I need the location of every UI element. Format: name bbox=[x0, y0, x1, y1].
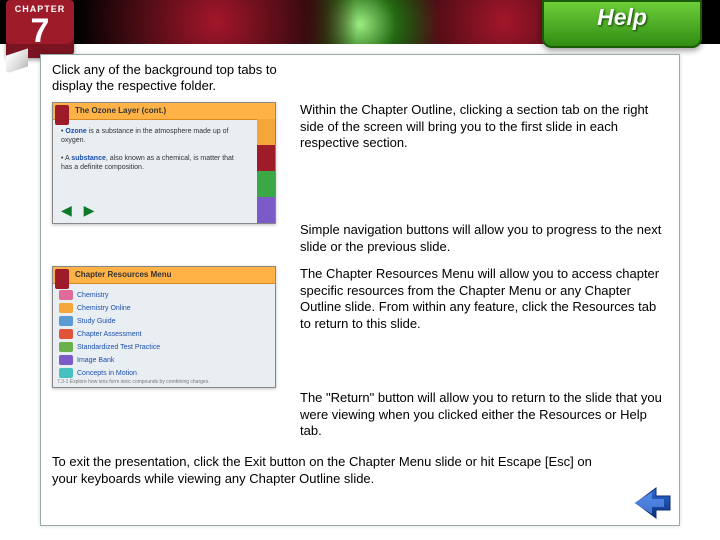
para-nav: Simple navigation buttons will allow you… bbox=[300, 222, 668, 255]
thumb1-nav-arrows: ◀ ▶ bbox=[61, 202, 98, 219]
thumb2-footer: 7.3-1 Explore how ions form ionic compou… bbox=[57, 379, 271, 385]
thumb2-items: ChemistryChemistry OnlineStudy GuideChap… bbox=[59, 287, 269, 377]
return-arrow-icon bbox=[626, 484, 674, 522]
thumbnail-chapter-outline: The Ozone Layer (cont.) • Ozone is a sub… bbox=[52, 102, 276, 224]
return-button[interactable] bbox=[626, 484, 674, 522]
slide-stage: CHAPTER 7 Help Click any of the backgrou… bbox=[0, 0, 720, 540]
page-curl-icon bbox=[6, 48, 28, 73]
thumbnail-chapter-resources: Chapter Resources Menu ChemistryChemistr… bbox=[52, 266, 276, 388]
row-return: The "Return" button will allow you to re… bbox=[52, 390, 668, 440]
chapter-tab[interactable]: CHAPTER 7 bbox=[6, 0, 74, 58]
help-tab[interactable]: Help bbox=[542, 0, 702, 48]
help-tab-label: Help bbox=[542, 0, 702, 34]
thumb2-title: Chapter Resources Menu bbox=[75, 270, 171, 279]
para-return: The "Return" button will allow you to re… bbox=[300, 390, 668, 440]
chapter-number: 7 bbox=[6, 12, 74, 51]
thumb1-section-tabs bbox=[257, 119, 275, 223]
para-exit: To exit the presentation, click the Exit… bbox=[52, 454, 610, 487]
thumb1-body: • Ozone is a substance in the atmosphere… bbox=[61, 127, 245, 172]
row-resources: Chapter Resources Menu ChemistryChemistr… bbox=[52, 266, 668, 388]
row-outline: The Ozone Layer (cont.) • Ozone is a sub… bbox=[52, 102, 668, 224]
para-resources: The Chapter Resources Menu will allow yo… bbox=[300, 266, 668, 333]
intro-text: Click any of the background top tabs to … bbox=[52, 62, 312, 95]
row-nav: Simple navigation buttons will allow you… bbox=[52, 222, 668, 255]
para-outline: Within the Chapter Outline, clicking a s… bbox=[300, 102, 668, 152]
thumb1-title: The Ozone Layer (cont.) bbox=[75, 106, 166, 115]
